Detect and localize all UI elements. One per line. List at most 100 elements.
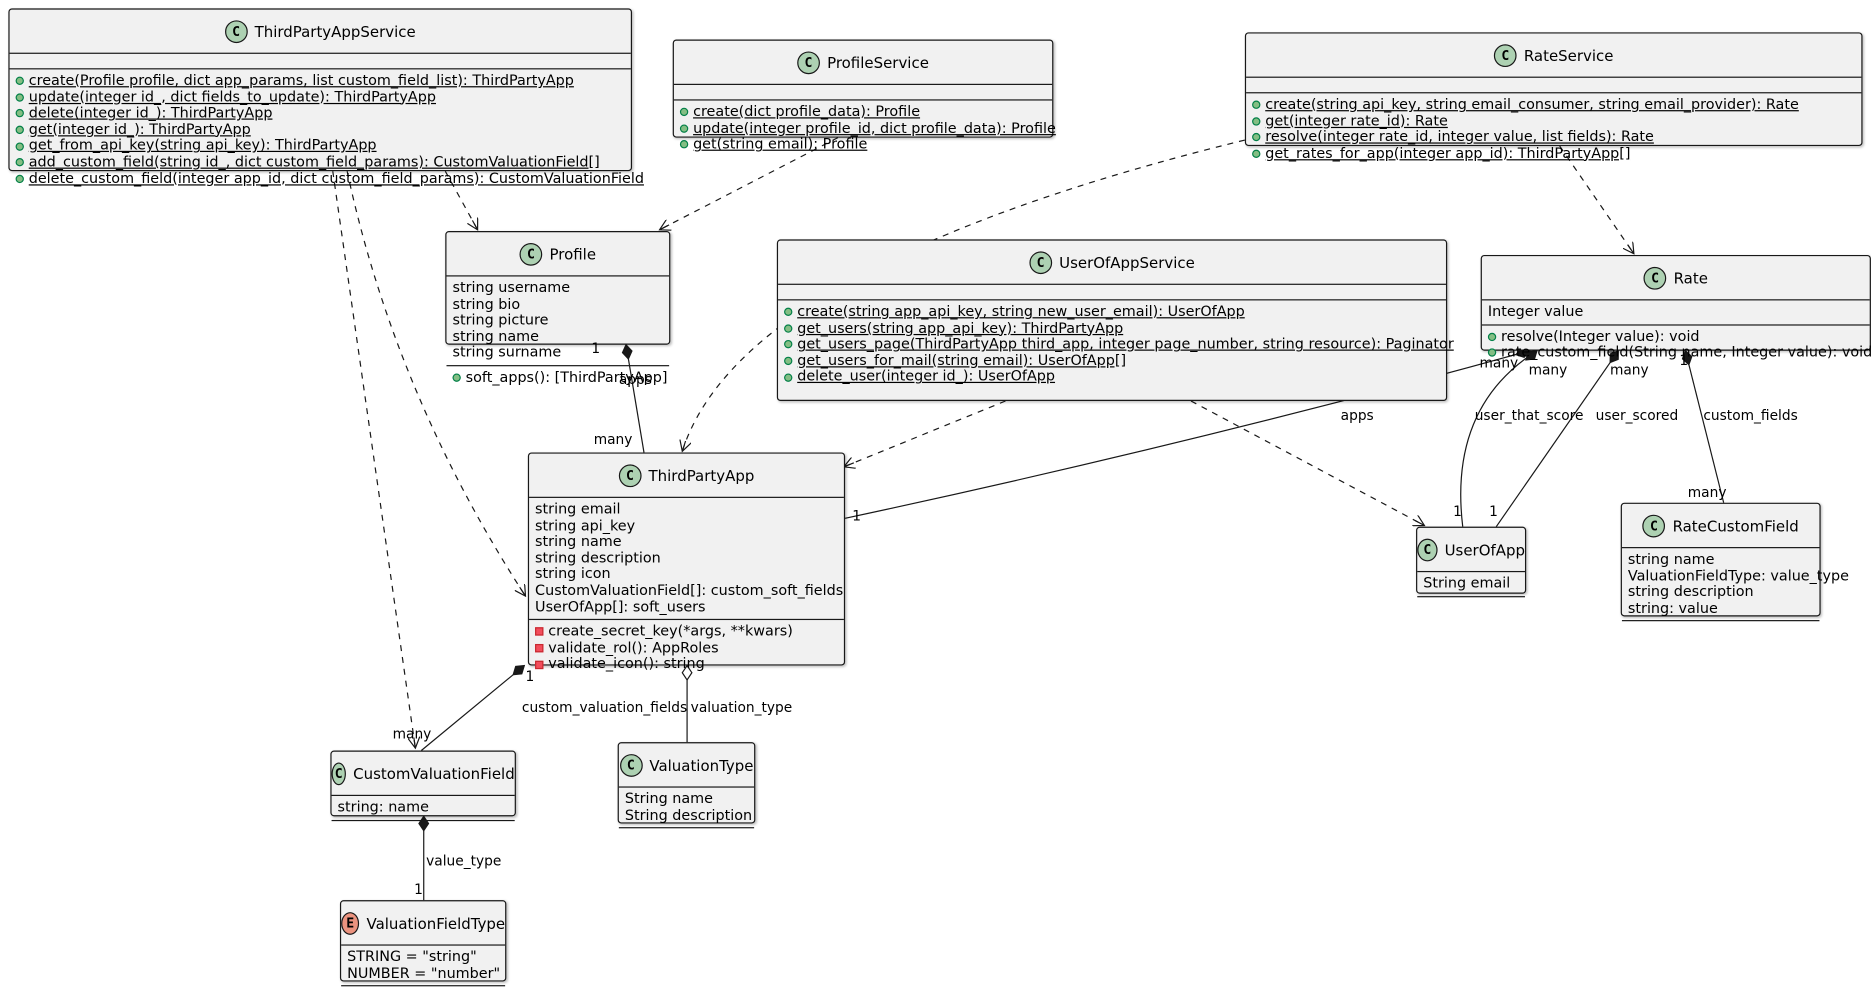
class-rate[interactable]: C Rate Integer value resolve(Integer value)… xyxy=(1480,254,1871,360)
class-valuation-field-type[interactable]: E ValuationFieldType STRING = "string" NUMB… xyxy=(339,900,507,987)
private-visibility-icon xyxy=(535,660,544,669)
private-visibility-icon xyxy=(535,644,544,653)
class-header: C Rate xyxy=(1481,256,1870,301)
attribute: string username xyxy=(452,278,571,296)
relation-multiplicity: many xyxy=(1528,361,1568,379)
method: get_rates_for_app(integer app_id): Third… xyxy=(1252,145,1855,162)
attribute: string name xyxy=(535,532,622,550)
public-visibility-icon xyxy=(1252,117,1261,126)
attributes-section: STRING = "string" NUMBER = "number" xyxy=(341,946,506,987)
method: rate_custom_field(String name, Integer v… xyxy=(1487,344,1871,361)
method: resolve(integer rate_id, integer value, … xyxy=(1252,128,1855,146)
public-visibility-icon xyxy=(1252,100,1261,110)
method: create(Profile profile, dict app_params,… xyxy=(15,71,625,89)
class-profile-service[interactable]: C ProfileService create(dict profile_data)… xyxy=(672,39,1056,152)
method: validate_rol(): AppRoles xyxy=(535,639,838,656)
attributes-section xyxy=(9,54,631,70)
method: get_from_api_key(string api_key): ThirdP… xyxy=(15,136,625,154)
method: create(string app_api_key, string new_us… xyxy=(784,302,1440,320)
public-visibility-icon xyxy=(15,142,24,151)
class-icon: C xyxy=(1642,514,1666,537)
method-signature: resolve(integer rate_id, integer value, … xyxy=(1265,128,1654,146)
public-visibility-icon xyxy=(784,356,793,366)
attribute: CustomValuationField[]: custom_soft_fiel… xyxy=(535,581,844,599)
class-user-of-app[interactable]: C UserOfApp String email xyxy=(1416,526,1527,597)
relation-multiplicity: 1 xyxy=(525,667,535,685)
method-signature: get_from_api_key(string api_key): ThirdP… xyxy=(28,136,377,154)
method: get(integer rate_id): Rate xyxy=(1252,113,1855,129)
class-rate-service[interactable]: C RateService create(string api_key, strin… xyxy=(1244,32,1863,161)
class-third-party-app-service[interactable]: C ThirdPartyAppService create(Profile prof… xyxy=(8,8,644,186)
methods-section xyxy=(1622,622,1820,636)
attribute: string picture xyxy=(452,311,549,329)
methods-section: create(string app_api_key, string new_us… xyxy=(778,300,1454,389)
class-icon: C xyxy=(1029,250,1052,274)
method-signature: create(Profile profile, dict app_params,… xyxy=(28,71,574,89)
class-user-of-app-service[interactable]: C UserOfAppService create(string app_api_k… xyxy=(776,239,1454,401)
class-header: E ValuationFieldType xyxy=(341,901,506,946)
public-visibility-icon xyxy=(1252,133,1261,142)
association-edge xyxy=(420,665,525,751)
class-name: RateService xyxy=(1523,46,1614,65)
relation-multiplicity: many xyxy=(1609,361,1649,379)
relation-label: apps xyxy=(1340,406,1374,424)
class-icon: C xyxy=(1643,266,1667,290)
relation-label: apps xyxy=(618,371,652,388)
relation-label: custom_valuation_fields xyxy=(521,699,688,716)
class-name: Profile xyxy=(549,244,597,263)
class-name: Rate xyxy=(1673,268,1708,287)
method: get(string email): Profile xyxy=(679,136,1046,153)
class-name: CustomValuationField xyxy=(353,764,515,783)
class-header: C CustomValuationField xyxy=(331,752,515,797)
class-icon: C xyxy=(618,463,642,487)
relation-multiplicity: many xyxy=(593,430,633,448)
public-visibility-icon xyxy=(1487,332,1497,342)
methods-section: create(dict profile_data): Profile update… xyxy=(674,101,1056,157)
method-signature: get_users_for_mail(string email): UserOf… xyxy=(797,351,1127,369)
public-visibility-icon xyxy=(784,340,793,349)
class-header: C ValuationType xyxy=(618,743,755,788)
method-signature: create(string app_api_key, string new_us… xyxy=(797,302,1245,320)
class-rate-custom-field[interactable]: C RateCustomField string name ValuationFiel… xyxy=(1620,502,1849,622)
attribute: String description xyxy=(624,806,753,824)
class-icon: C xyxy=(224,19,248,43)
attribute: string name xyxy=(452,327,540,345)
attribute: string description xyxy=(535,549,661,566)
public-visibility-icon xyxy=(679,124,689,133)
relation-multiplicity: many xyxy=(392,725,432,743)
class-third-party-app[interactable]: C ThirdPartyApp string email string api_key… xyxy=(527,452,846,671)
relation-label: user_scored xyxy=(1595,406,1679,424)
class-header: C UserOfAppService xyxy=(778,241,1446,285)
public-visibility-icon xyxy=(679,108,689,117)
attribute: String name xyxy=(624,790,714,807)
class-icon: C xyxy=(619,753,643,777)
relation-multiplicity: 1 xyxy=(852,507,862,525)
relation-label: user_that_score xyxy=(1474,406,1584,424)
method-signature: delete_user(integer id_): UserOfApp xyxy=(797,367,1056,385)
method: create(string api_key, string email_cons… xyxy=(1252,96,1855,113)
class-custom-valuation-field[interactable]: C CustomValuationField string: name xyxy=(330,750,516,821)
method: get_users_page(ThirdPartyApp third_app, … xyxy=(784,336,1454,353)
methods-section: create(string api_key, string email_cons… xyxy=(1246,93,1861,165)
attributes-section: string username string bio string picture s… xyxy=(446,277,670,367)
method-signature: create_secret_key(*args, **kwars) xyxy=(548,622,793,640)
class-name: RateCustomField xyxy=(1672,516,1799,535)
class-profile[interactable]: C Profile string username string bio string … xyxy=(445,231,671,385)
method: resolve(Integer value): void xyxy=(1487,327,1864,345)
attribute: string bio xyxy=(452,295,521,312)
public-visibility-icon xyxy=(15,125,24,135)
enum-icon: E xyxy=(341,911,360,935)
methods-section: resolve(Integer value): void rate_custom_… xyxy=(1482,325,1871,365)
class-header: C RateService xyxy=(1246,34,1862,78)
attributes-section: Integer value xyxy=(1481,300,1870,326)
composition-diamond-icon xyxy=(512,664,526,676)
method-signature: resolve(Integer value): void xyxy=(1501,327,1700,345)
method: validate_icon(): string xyxy=(535,656,838,672)
class-valuation-type[interactable]: C ValuationType String name String descript… xyxy=(617,742,756,829)
class-name: ProfileService xyxy=(827,53,929,72)
method-signature: validate_icon(): string xyxy=(548,655,705,672)
class-icon: C xyxy=(519,242,543,266)
attribute: string surname xyxy=(452,343,562,361)
method: create(dict profile_data): Profile xyxy=(679,103,1046,120)
method: get(integer id_): ThirdPartyApp xyxy=(15,121,625,138)
